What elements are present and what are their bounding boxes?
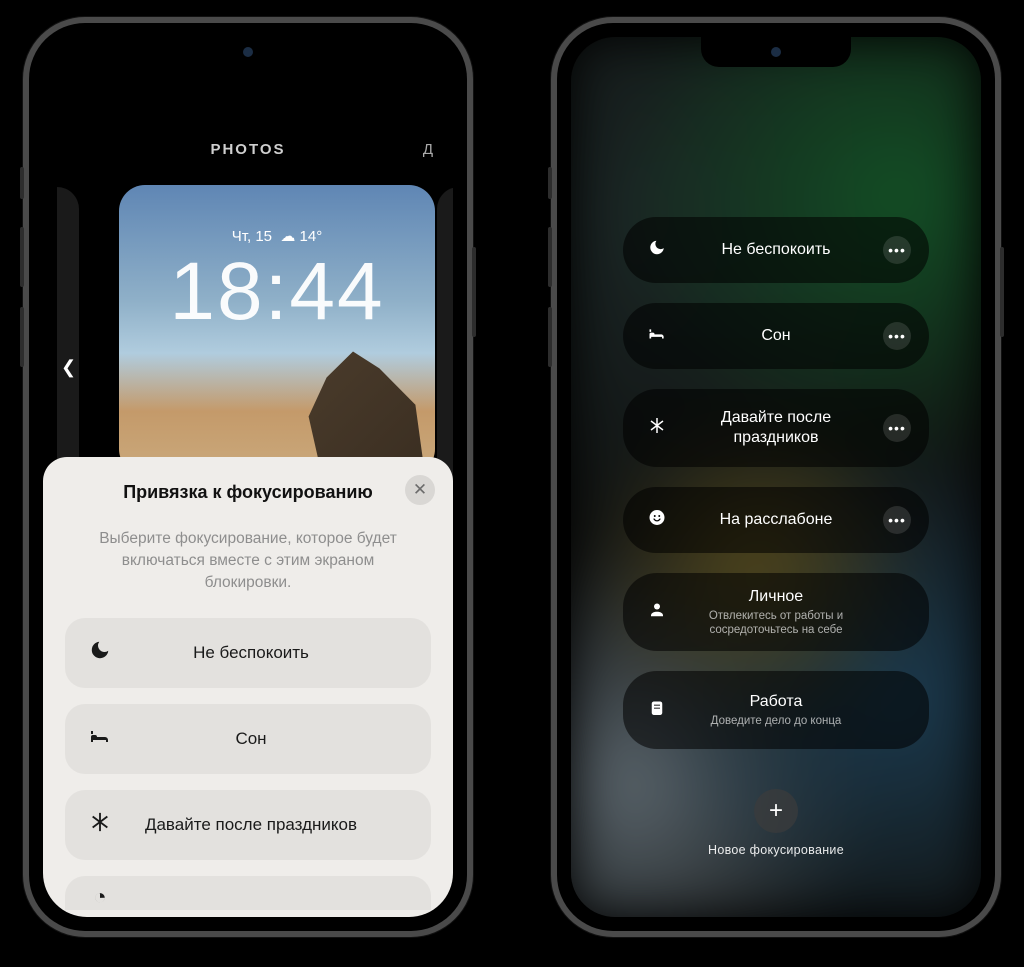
focus-link-sheet: ✕ Привязка к фокусированию Выберите фоку… (43, 457, 453, 917)
focus-mode-label: Давайте после праздников (679, 408, 873, 448)
wallpaper-preview-card[interactable]: Чт, 15 ☁ 14° 18:44 (119, 185, 435, 475)
wallpaper-carousel-next[interactable] (437, 187, 453, 497)
focus-mode-label: На расслабоне (679, 510, 873, 530)
sheet-title: Привязка к фокусированию (65, 481, 431, 504)
bed-icon (643, 324, 671, 349)
more-button[interactable]: ••• (883, 236, 911, 264)
add-focus-section: + Новое фокусирование (708, 789, 844, 857)
badge-icon (643, 699, 671, 722)
plus-icon: + (769, 797, 783, 825)
lockscreen-clock: 18:44 (119, 245, 435, 339)
focus-option-holidays[interactable]: Давайте после праздников (65, 790, 431, 860)
focus-mode-sleep[interactable]: Сон ••• (623, 303, 929, 369)
focus-option-label: Сон (135, 729, 431, 749)
sheet-subtitle: Выберите фокусирование, которое будет вк… (65, 528, 431, 618)
snowflake-icon (89, 811, 111, 839)
bed-icon (88, 724, 112, 754)
close-icon: ✕ (413, 480, 427, 500)
focus-mode-personal[interactable]: Личное Отвлекитесь от работы и сосредото… (623, 573, 929, 651)
close-button[interactable]: ✕ (405, 475, 435, 505)
focus-mode-dnd[interactable]: Не беспокоить ••• (623, 217, 929, 283)
clock-icon: ◔ (93, 884, 106, 910)
focus-option-sleep[interactable]: Сон (65, 704, 431, 774)
wallpaper-carousel-prev[interactable] (57, 187, 79, 497)
focus-mode-label: Работа (679, 692, 873, 712)
snowflake-icon (643, 417, 671, 440)
more-button[interactable]: ••• (883, 322, 911, 350)
smile-icon (643, 509, 671, 532)
focus-mode-label: Сон (679, 326, 873, 346)
focus-option-dnd[interactable]: Не беспокоить (65, 618, 431, 688)
moon-icon (643, 239, 671, 262)
phone-mockup-left: PHOTOS Д Чт, 15 ☁ 14° 18:44 ✕ (23, 17, 473, 937)
focus-mode-label: Личное (679, 587, 873, 607)
focus-option-label: Давайте после праздников (135, 815, 431, 835)
focus-mode-subtitle: Доведите дело до конца (679, 714, 873, 728)
focus-modes-list: Не беспокоить ••• Сон ••• Давайте после … (623, 217, 929, 749)
focus-option-more[interactable]: ◔ (65, 876, 431, 910)
focus-mode-subtitle: Отвлекитесь от работы и сосредоточьтесь … (679, 609, 873, 638)
wallpaper-category-peek: Д (423, 141, 433, 158)
add-focus-label: Новое фокусирование (708, 843, 844, 857)
notch (173, 37, 323, 67)
weather-icon: ☁ (280, 227, 295, 245)
wallpaper-category-label: PHOTOS (43, 141, 453, 158)
more-button[interactable]: ••• (883, 414, 911, 442)
notch (701, 37, 851, 67)
moon-icon (89, 639, 111, 667)
focus-mode-relax[interactable]: На расслабоне ••• (623, 487, 929, 553)
focus-mode-label: Не беспокоить (679, 240, 873, 260)
add-focus-button[interactable]: + (754, 789, 798, 833)
focus-option-label: Не беспокоить (135, 643, 431, 663)
phone-mockup-right: Не беспокоить ••• Сон ••• Давайте после … (551, 17, 1001, 937)
focus-mode-holidays[interactable]: Давайте после праздников ••• (623, 389, 929, 467)
lockscreen-date: Чт, 15 ☁ 14° (119, 227, 435, 245)
focus-mode-work[interactable]: Работа Доведите дело до конца (623, 671, 929, 749)
person-icon (643, 601, 671, 624)
more-button[interactable]: ••• (883, 506, 911, 534)
